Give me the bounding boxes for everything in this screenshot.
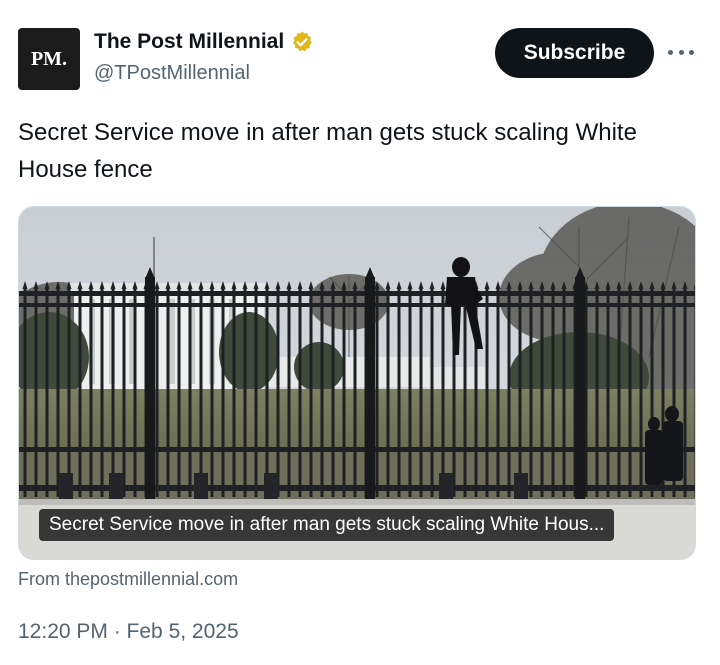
name-row: The Post Millennial (94, 30, 314, 54)
video-frame-illustration (19, 207, 695, 559)
display-name[interactable]: The Post Millennial (94, 30, 284, 54)
account-handle[interactable]: @TPostMillennial (94, 62, 250, 85)
tweet-timestamp[interactable]: 12:20 PM · Feb 5, 2025 (18, 620, 239, 644)
media-video[interactable]: Secret Service move in after man gets st… (18, 206, 696, 560)
verified-badge-icon[interactable] (290, 30, 314, 54)
more-horizontal-icon[interactable] (668, 42, 694, 62)
dot (689, 49, 694, 55)
dot (668, 49, 673, 55)
tweet-text: Secret Service move in after man gets st… (18, 119, 637, 183)
subscribe-button[interactable]: Subscribe (495, 28, 654, 78)
tweet-header: PM. The Post Millennial @TPostMillennial… (18, 28, 702, 92)
dot (678, 49, 684, 55)
card-source-link[interactable]: From thepostmillennial.com (18, 569, 238, 590)
video-caption: Secret Service move in after man gets st… (39, 509, 615, 541)
avatar[interactable]: PM. (18, 28, 80, 90)
